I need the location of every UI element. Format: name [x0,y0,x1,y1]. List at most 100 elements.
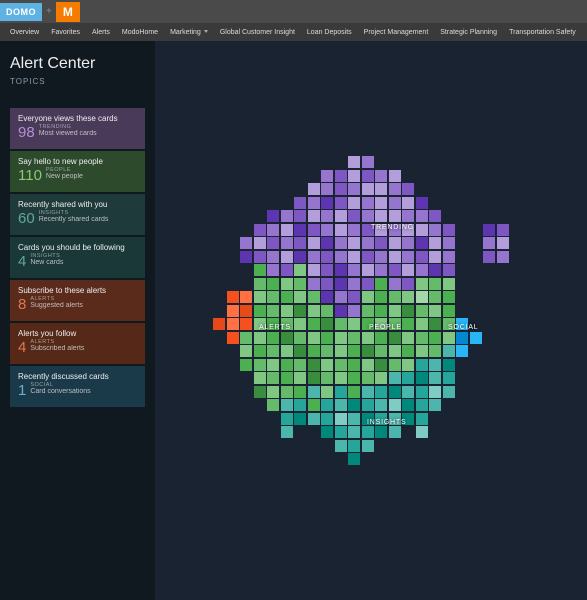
grid-cell[interactable] [402,399,414,411]
grid-cell[interactable] [308,210,320,222]
grid-cell[interactable] [416,224,428,236]
grid-cell[interactable] [308,399,320,411]
grid-cell[interactable] [294,224,306,236]
grid-cell[interactable] [456,345,468,357]
grid-cell[interactable] [362,210,374,222]
grid-cell[interactable] [429,264,441,276]
grid-cell[interactable] [267,224,279,236]
grid-cell[interactable] [429,359,441,371]
grid-cell[interactable] [321,291,333,303]
grid-cell[interactable] [254,332,266,344]
grid-cell[interactable] [281,237,293,249]
grid-cell[interactable] [402,291,414,303]
nav-item-loan-deposits[interactable]: Loan Deposits [301,25,358,40]
grid-cell[interactable] [443,359,455,371]
grid-cell[interactable] [348,453,360,465]
grid-cell[interactable] [254,359,266,371]
grid-cell[interactable] [362,224,374,236]
grid-cell[interactable] [362,183,374,195]
grid-cell[interactable] [227,291,239,303]
grid-cell[interactable] [281,291,293,303]
grid-cell[interactable] [281,251,293,263]
grid-cell[interactable] [308,224,320,236]
logo-m[interactable]: M [56,2,80,22]
grid-cell[interactable] [429,278,441,290]
grid-cell[interactable] [321,426,333,438]
grid-cell[interactable] [348,237,360,249]
grid-cell[interactable] [402,386,414,398]
grid-cell[interactable] [267,237,279,249]
grid-cell[interactable] [294,197,306,209]
grid-cell[interactable] [389,170,401,182]
grid-cell[interactable] [335,399,347,411]
grid-cell[interactable] [348,210,360,222]
grid-cell[interactable] [483,237,495,249]
grid-cell[interactable] [294,278,306,290]
grid-cell[interactable] [443,386,455,398]
grid-cell[interactable] [402,264,414,276]
grid-cell[interactable] [321,399,333,411]
nav-item-strategic-planning[interactable]: Strategic Planning [434,25,503,40]
grid-cell[interactable] [348,251,360,263]
grid-cell[interactable] [294,210,306,222]
grid-cell[interactable] [335,183,347,195]
grid-cell[interactable] [281,426,293,438]
nav-item-project-management[interactable]: Project Management [358,25,435,40]
grid-cell[interactable] [456,332,468,344]
grid-cell[interactable] [362,345,374,357]
grid-cell[interactable] [402,183,414,195]
grid-cell[interactable] [294,386,306,398]
grid-cell[interactable] [389,386,401,398]
grid-cell[interactable] [389,399,401,411]
grid-cell[interactable] [348,372,360,384]
grid-cell[interactable] [443,224,455,236]
grid-cell[interactable] [294,399,306,411]
grid-cell[interactable] [294,372,306,384]
grid-cell[interactable] [375,372,387,384]
grid-cell[interactable] [227,305,239,317]
grid-cell[interactable] [321,210,333,222]
grid-cell[interactable] [281,264,293,276]
grid-cell[interactable] [321,386,333,398]
grid-cell[interactable] [362,386,374,398]
grid-cell[interactable] [389,197,401,209]
grid-cell[interactable] [429,345,441,357]
grid-cell[interactable] [267,305,279,317]
grid-cell[interactable] [402,413,414,425]
grid-cell[interactable] [416,278,428,290]
grid-cell[interactable] [402,210,414,222]
grid-cell[interactable] [281,278,293,290]
grid-cell[interactable] [240,332,252,344]
grid-cell[interactable] [443,318,455,330]
grid-cell[interactable] [321,224,333,236]
grid-cell[interactable] [348,413,360,425]
grid-cell[interactable] [335,372,347,384]
grid-cell[interactable] [308,372,320,384]
grid-cell[interactable] [240,251,252,263]
grid-cell[interactable] [254,305,266,317]
grid-cell[interactable] [321,183,333,195]
grid-cell[interactable] [375,224,387,236]
grid-cell[interactable] [402,251,414,263]
grid-cell[interactable] [348,224,360,236]
logo-domo[interactable]: DOMO [0,3,42,21]
grid-cell[interactable] [375,291,387,303]
grid-cell[interactable] [335,210,347,222]
grid-cell[interactable] [240,291,252,303]
grid-cell[interactable] [281,345,293,357]
grid-cell[interactable] [375,251,387,263]
grid-cell[interactable] [483,224,495,236]
grid-cell[interactable] [362,399,374,411]
grid-cell[interactable] [321,251,333,263]
grid-cell[interactable] [335,278,347,290]
grid-cell[interactable] [443,291,455,303]
grid-cell[interactable] [429,224,441,236]
grid-cell[interactable] [267,372,279,384]
grid-cell[interactable] [362,278,374,290]
grid-cell[interactable] [429,399,441,411]
grid-cell[interactable] [362,251,374,263]
nav-item-marketing[interactable]: Marketing [164,25,214,40]
grid-cell[interactable] [267,332,279,344]
nav-item-global-customer-insight[interactable]: Global Customer Insight [214,25,301,40]
grid-cell[interactable] [429,372,441,384]
